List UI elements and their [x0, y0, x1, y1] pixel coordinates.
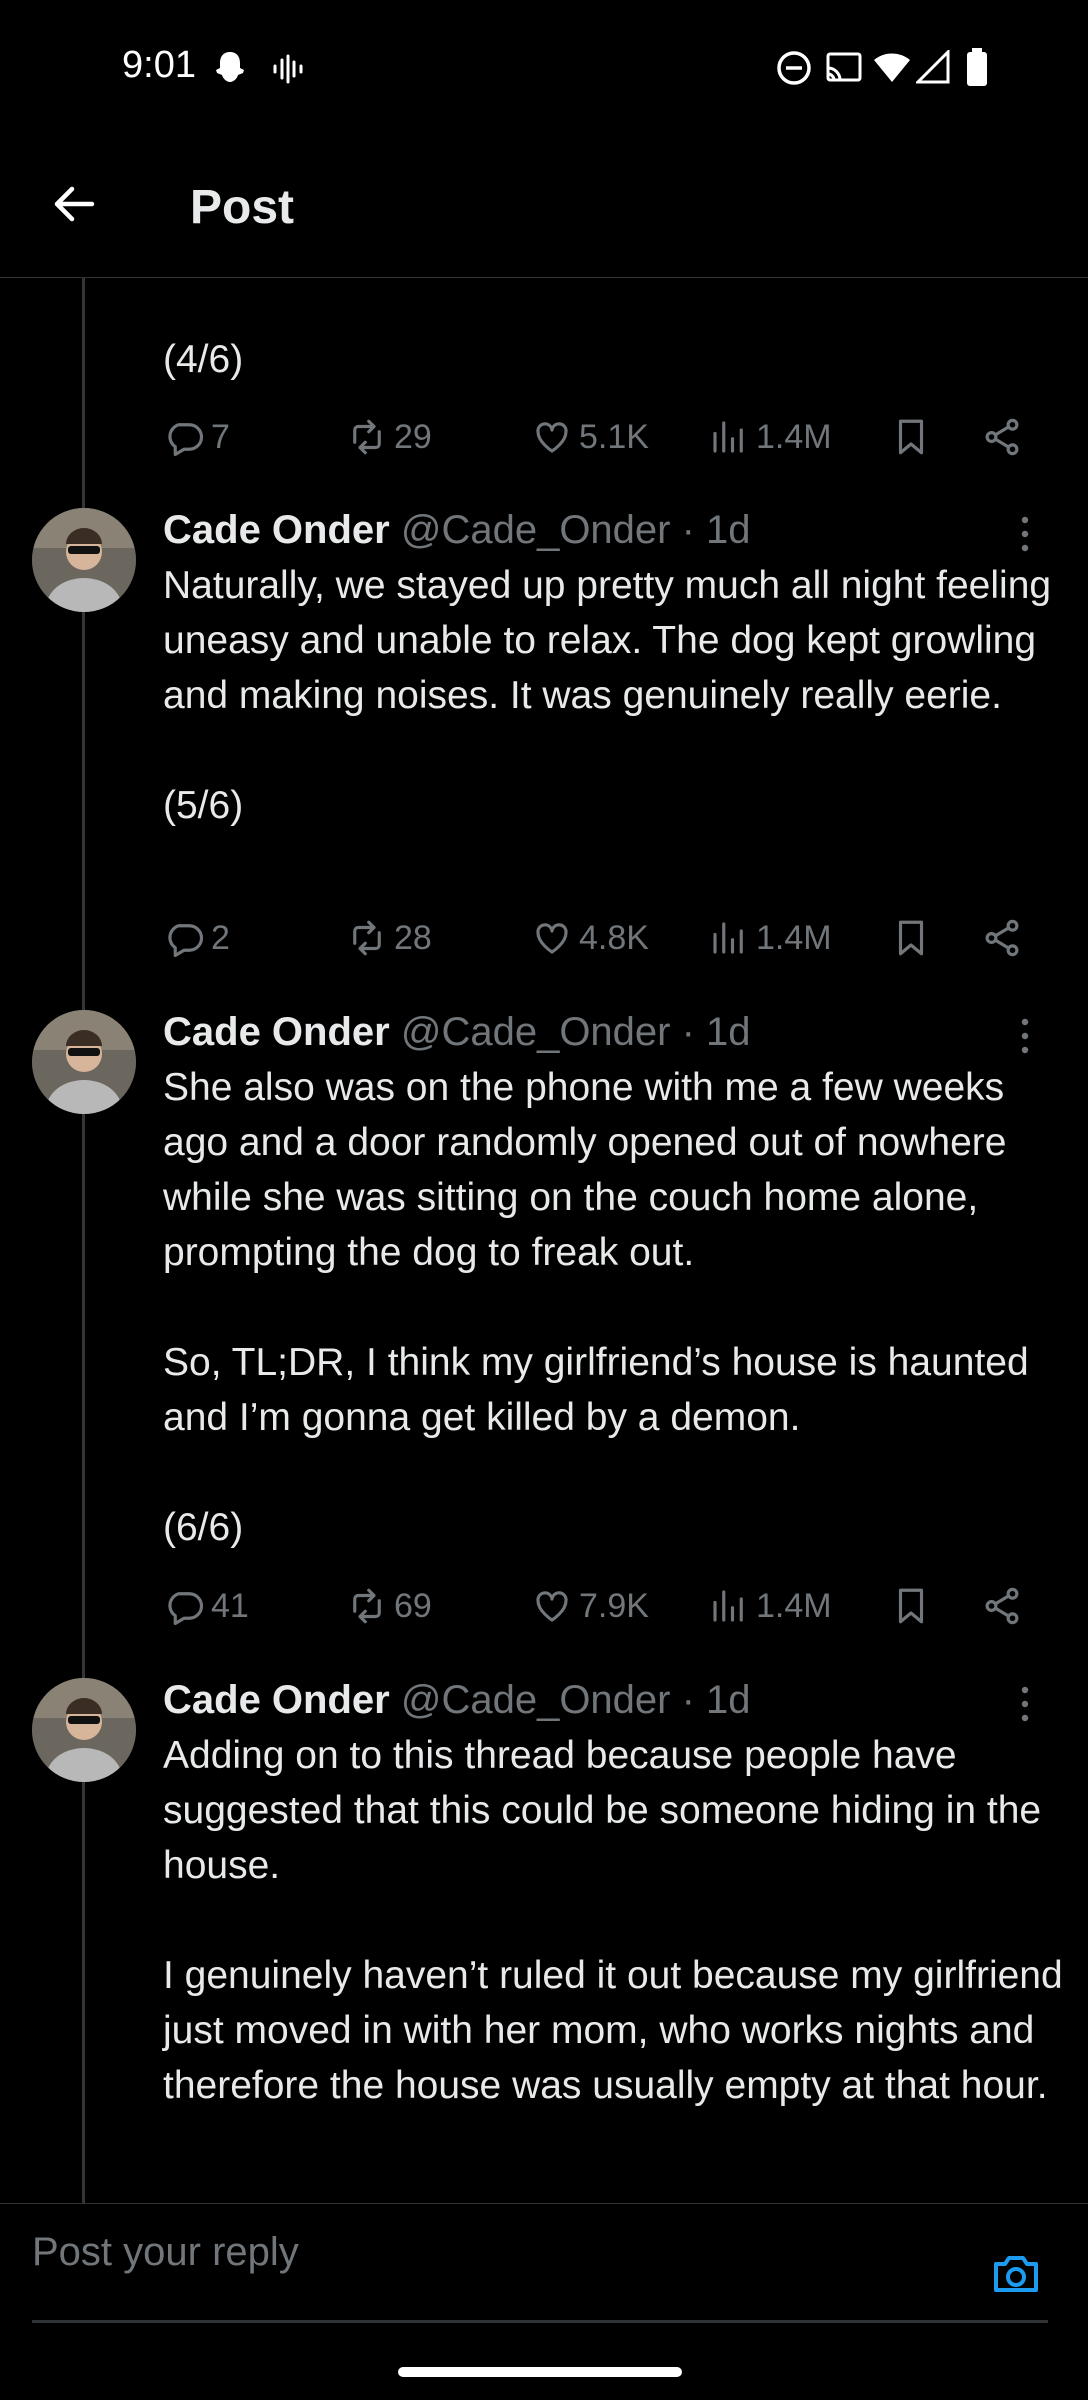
post-text: She also was on the phone with me a few …: [163, 1066, 1029, 1549]
reply-button[interactable]: 7: [163, 412, 230, 462]
avatar-image: [32, 508, 136, 612]
like-count: 5.1K: [579, 417, 649, 456]
post-header: Cade Onder @Cade_Onder · 1d: [163, 1010, 751, 1055]
share-button[interactable]: [981, 412, 1029, 462]
repost-button[interactable]: 28: [346, 913, 432, 963]
post-text: Naturally, we stayed up pretty much all …: [163, 564, 1052, 827]
views-button[interactable]: 1.4M: [708, 913, 832, 963]
status-bar: 9:01: [0, 0, 1088, 135]
repost-icon: [353, 920, 381, 956]
author-handle: @Cade_Onder · 1d: [400, 1678, 751, 1722]
avatar[interactable]: [32, 1010, 136, 1114]
bookmark-icon: [898, 419, 924, 455]
share-icon: [985, 418, 1019, 456]
reply-input[interactable]: Post your reply: [32, 2230, 932, 2290]
repost-count: 28: [394, 918, 432, 957]
author-name[interactable]: Cade Onder: [163, 1678, 390, 1722]
like-count: 7.9K: [579, 1586, 649, 1625]
reply-icon: [168, 924, 204, 958]
reply-count: 7: [211, 417, 230, 456]
back-arrow-icon[interactable]: [50, 180, 98, 228]
like-button[interactable]: 7.9K: [531, 1581, 649, 1631]
views-count: 1.4M: [756, 1586, 832, 1625]
post-actions: 2 28 4.8K 1.4M: [163, 913, 1043, 963]
author-handle: @Cade_Onder · 1d: [400, 508, 751, 552]
share-button[interactable]: [981, 913, 1029, 963]
author-name[interactable]: Cade Onder: [163, 508, 390, 552]
views-button[interactable]: 1.4M: [708, 1581, 832, 1631]
reply-bar: Post your reply: [0, 2203, 1088, 2324]
page-title: Post: [190, 181, 295, 234]
app-bar: Post: [0, 135, 1088, 278]
reply-icon: [168, 423, 204, 457]
post-header: Cade Onder @Cade_Onder · 1d: [163, 508, 751, 553]
camera-icon[interactable]: [990, 2248, 1042, 2300]
cellular-signal-icon: [916, 50, 950, 84]
like-icon: [536, 422, 568, 453]
more-icon[interactable]: [1018, 1016, 1032, 1056]
like-count: 4.8K: [579, 918, 649, 957]
reply-input-underline: [32, 2320, 1048, 2323]
like-button[interactable]: 4.8K: [531, 913, 649, 963]
bookmark-button[interactable]: [890, 913, 938, 963]
reply-button[interactable]: 2: [163, 913, 230, 963]
do-not-disturb-icon: [777, 51, 811, 85]
reply-icon: [168, 1592, 204, 1626]
bookmark-button[interactable]: [890, 412, 938, 462]
share-button[interactable]: [981, 1581, 1029, 1631]
avatar-image: [32, 1010, 136, 1114]
wifi-icon: [874, 53, 910, 82]
repost-button[interactable]: 29: [346, 412, 432, 462]
post-actions: 7 29 5.1K 1.4M: [163, 412, 1043, 462]
repost-icon: [353, 419, 381, 455]
avatar[interactable]: [32, 508, 136, 612]
more-icon[interactable]: [1018, 514, 1032, 554]
avatar[interactable]: [32, 1678, 136, 1782]
repost-count: 69: [394, 1586, 432, 1625]
repost-count: 29: [394, 417, 432, 456]
post-actions: 41 69 7.9K 1.4M: [163, 1581, 1043, 1631]
share-icon: [985, 1587, 1019, 1625]
post-text: Adding on to this thread because people …: [163, 1734, 1063, 2107]
author-handle: @Cade_Onder · 1d: [400, 1010, 751, 1054]
post-text: (4/6): [163, 338, 244, 381]
like-button[interactable]: 5.1K: [531, 412, 649, 462]
views-count: 1.4M: [756, 417, 832, 456]
reply-count: 2: [211, 918, 230, 957]
bookmark-icon: [898, 920, 924, 956]
thread-content: (4/6) 7 29 5.1K 1.4M Cade Onder @Cade_On…: [0, 278, 1088, 2203]
reply-count: 41: [211, 1586, 249, 1625]
snapchat-icon: [216, 52, 244, 82]
bookmark-icon: [898, 1588, 924, 1624]
repost-button[interactable]: 69: [346, 1581, 432, 1631]
battery-icon: [967, 48, 987, 86]
like-icon: [536, 1591, 568, 1622]
repost-icon: [353, 1588, 381, 1624]
post-header: Cade Onder @Cade_Onder · 1d: [163, 1678, 751, 1723]
status-time: 9:01: [122, 44, 196, 86]
views-button[interactable]: 1.4M: [708, 412, 832, 462]
bookmark-button[interactable]: [890, 1581, 938, 1631]
audio-wave-icon: [273, 54, 303, 84]
home-indicator[interactable]: [398, 2367, 682, 2377]
more-icon[interactable]: [1018, 1684, 1032, 1724]
views-count: 1.4M: [756, 918, 832, 957]
share-icon: [985, 919, 1019, 957]
views-icon: [713, 421, 743, 453]
like-icon: [536, 923, 568, 954]
author-name[interactable]: Cade Onder: [163, 1010, 390, 1054]
cast-icon: [826, 52, 862, 82]
reply-button[interactable]: 41: [163, 1581, 249, 1631]
views-icon: [713, 1590, 743, 1622]
avatar-image: [32, 1678, 136, 1782]
views-icon: [713, 922, 743, 954]
